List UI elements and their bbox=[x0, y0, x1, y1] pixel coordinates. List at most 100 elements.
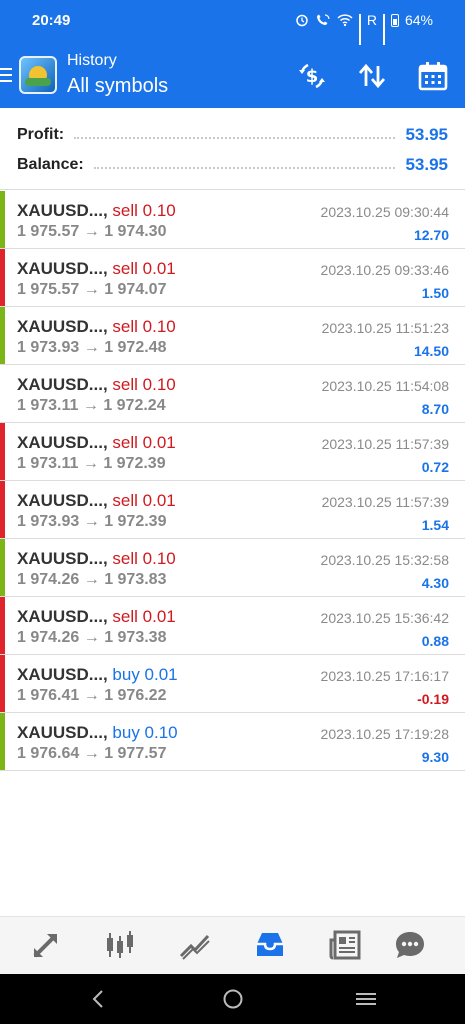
deal-symbol: XAUUSD..., bbox=[17, 607, 108, 626]
wifi-icon bbox=[337, 14, 353, 27]
status-time: 20:49 bbox=[32, 12, 71, 29]
deal-symbol: XAUUSD..., bbox=[17, 375, 108, 394]
deal-open-price: 1 976.41 bbox=[17, 687, 80, 704]
arrow-icon: → bbox=[83, 281, 100, 298]
deal-open-price: 1 975.57 bbox=[17, 281, 80, 298]
balance-label: Balance: bbox=[17, 156, 84, 173]
deal-close-price: 1 977.57 bbox=[104, 745, 167, 762]
deal-time: 2023.10.25 11:54:08 bbox=[321, 378, 449, 394]
battery-percent: 64% bbox=[404, 12, 433, 28]
nav-quotes[interactable] bbox=[29, 928, 63, 962]
deal-open-price: 1 973.11 bbox=[17, 397, 79, 414]
deal-row[interactable]: XAUUSD..., sell 0.01 1 973.93 → 1 972.39… bbox=[0, 481, 465, 539]
deal-row[interactable]: XAUUSD..., sell 0.10 1 973.93 → 1 972.48… bbox=[0, 307, 465, 365]
deal-type-volume: sell 0.01 bbox=[112, 491, 176, 510]
app-logo bbox=[19, 56, 57, 94]
deal-time: 2023.10.25 09:30:44 bbox=[320, 204, 449, 220]
deal-row[interactable]: XAUUSD..., sell 0.01 1 975.57 → 1 974.07… bbox=[0, 249, 465, 307]
menu-icon[interactable] bbox=[0, 68, 12, 84]
roaming-label: R bbox=[366, 12, 377, 28]
deal-row[interactable]: XAUUSD..., buy 0.01 1 976.41 → 1 976.22 … bbox=[0, 655, 465, 713]
deal-type-volume: buy 0.10 bbox=[112, 723, 178, 742]
arrow-icon: → bbox=[83, 745, 100, 762]
sort-icon[interactable] bbox=[356, 60, 388, 92]
deal-row[interactable]: XAUUSD..., buy 0.10 1 976.64 → 1 977.57 … bbox=[0, 713, 465, 771]
recents-icon[interactable] bbox=[353, 986, 379, 1012]
alarm-icon bbox=[296, 14, 308, 27]
deal-type-volume: sell 0.10 bbox=[112, 375, 176, 394]
deal-type-volume: buy 0.01 bbox=[112, 665, 178, 684]
deal-row[interactable]: XAUUSD..., sell 0.01 1 973.11 → 1 972.39… bbox=[0, 423, 465, 481]
deal-close-price: 1 972.39 bbox=[104, 513, 167, 530]
deal-open-price: 1 974.26 bbox=[17, 629, 80, 646]
deal-time: 2023.10.25 17:16:17 bbox=[320, 668, 449, 684]
deal-type-volume: sell 0.01 bbox=[112, 433, 176, 452]
system-navigation bbox=[0, 974, 465, 1024]
deal-profit: 9.30 bbox=[421, 749, 449, 765]
arrow-icon: → bbox=[83, 223, 100, 240]
history-summary: Profit: 53.95 Balance: 53.95 bbox=[0, 108, 465, 190]
deal-profit: 0.88 bbox=[421, 633, 449, 649]
status-bar: 20:49 R 64% bbox=[0, 0, 465, 45]
deal-close-price: 1 973.83 bbox=[104, 571, 167, 588]
deal-result-bar bbox=[0, 365, 5, 422]
deal-close-price: 1 973.38 bbox=[104, 629, 167, 646]
battery-icon bbox=[390, 13, 399, 27]
deal-result-bar bbox=[0, 249, 5, 306]
trade-line-icon bbox=[179, 934, 210, 960]
deal-close-price: 1 976.22 bbox=[104, 687, 167, 704]
arrow-icon: → bbox=[83, 339, 100, 356]
deal-time: 2023.10.25 17:19:28 bbox=[320, 726, 449, 742]
signal-2-icon bbox=[382, 14, 385, 45]
deal-open-price: 1 973.11 bbox=[17, 455, 79, 472]
deal-row[interactable]: XAUUSD..., sell 0.10 1 975.57 → 1 974.30… bbox=[0, 191, 465, 249]
dotted-leader bbox=[93, 167, 396, 169]
deal-row[interactable]: XAUUSD..., sell 0.10 1 973.11 → 1 972.24… bbox=[0, 365, 465, 423]
deal-close-price: 1 974.07 bbox=[104, 281, 167, 298]
deal-type-volume: sell 0.10 bbox=[112, 317, 176, 336]
nav-history[interactable] bbox=[253, 928, 287, 962]
nav-news[interactable] bbox=[328, 928, 362, 962]
deal-symbol: XAUUSD..., bbox=[17, 665, 108, 684]
chat-bubble-icon bbox=[396, 932, 424, 958]
calendar-icon[interactable] bbox=[417, 60, 449, 92]
home-icon[interactable] bbox=[220, 986, 246, 1012]
nav-trade[interactable] bbox=[178, 928, 212, 962]
nav-chart[interactable] bbox=[103, 928, 137, 962]
deal-result-bar bbox=[0, 655, 5, 712]
deal-type-volume: sell 0.01 bbox=[112, 259, 176, 278]
deal-symbol: XAUUSD..., bbox=[17, 549, 108, 568]
deal-result-bar bbox=[0, 539, 5, 596]
balance-value: 53.95 bbox=[405, 155, 448, 174]
arrow-icon: → bbox=[83, 571, 100, 588]
app-bar: History All symbols $ bbox=[0, 44, 465, 108]
deal-open-price: 1 975.57 bbox=[17, 223, 80, 240]
nav-chat[interactable] bbox=[393, 928, 427, 962]
deal-symbol: XAUUSD..., bbox=[17, 317, 108, 336]
deal-result-bar bbox=[0, 423, 5, 480]
dotted-leader bbox=[74, 137, 396, 139]
deal-result-bar bbox=[0, 597, 5, 654]
deal-result-bar bbox=[0, 191, 5, 248]
symbol-filter[interactable]: All symbols bbox=[67, 75, 168, 98]
deal-profit: 4.30 bbox=[421, 575, 449, 591]
deal-profit: 14.50 bbox=[413, 343, 449, 359]
deal-row[interactable]: XAUUSD..., sell 0.10 1 974.26 → 1 973.83… bbox=[0, 539, 465, 597]
arrow-icon: → bbox=[83, 687, 100, 704]
deal-profit: 1.50 bbox=[421, 285, 449, 301]
arrow-icon: → bbox=[83, 513, 100, 530]
deal-type-volume: sell 0.10 bbox=[112, 549, 176, 568]
deal-row[interactable]: XAUUSD..., sell 0.01 1 974.26 → 1 973.38… bbox=[0, 597, 465, 655]
currency-exchange-icon[interactable]: $ bbox=[296, 60, 328, 92]
deal-time: 2023.10.25 09:33:46 bbox=[320, 262, 449, 278]
quotes-arrows-icon bbox=[33, 934, 57, 958]
deals-list: XAUUSD..., sell 0.10 1 975.57 → 1 974.30… bbox=[0, 191, 465, 771]
arrow-icon: → bbox=[82, 455, 99, 472]
page-title: History bbox=[67, 52, 117, 69]
deal-profit: 8.70 bbox=[421, 401, 449, 417]
balance-row: Balance: 53.95 bbox=[17, 154, 448, 176]
back-icon[interactable] bbox=[86, 986, 112, 1012]
deal-open-price: 1 974.26 bbox=[17, 571, 80, 588]
arrow-icon: → bbox=[82, 397, 99, 414]
deal-symbol: XAUUSD..., bbox=[17, 259, 108, 278]
